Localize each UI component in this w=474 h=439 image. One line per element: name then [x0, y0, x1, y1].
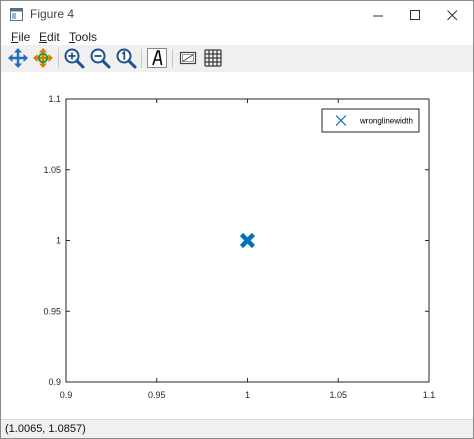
y-tick-label: 1.1: [48, 94, 61, 104]
x-tick-label: 0.95: [148, 390, 166, 400]
rotate-icon[interactable]: [32, 47, 54, 69]
toolbar-separator: [172, 49, 173, 68]
x-tick-label: 1.05: [329, 390, 347, 400]
axes-box-icon[interactable]: [177, 47, 199, 69]
window-title: Figure 4: [30, 7, 75, 21]
insert-text-icon[interactable]: [146, 47, 168, 69]
figure-window: Figure 4 File Edit Tools 0.9 0.95 1 1.05…: [0, 0, 474, 439]
grid-icon[interactable]: [202, 47, 224, 69]
menu-edit[interactable]: Edit: [39, 30, 60, 44]
zoom-reset-icon[interactable]: [115, 47, 137, 69]
maximize-icon: [410, 9, 420, 20]
menu-edit-label: dit: [47, 30, 60, 44]
pan-icon[interactable]: [7, 47, 29, 69]
legend-label: wronglinewidth: [359, 117, 413, 126]
zoom-in-icon[interactable]: [63, 47, 85, 69]
title-bar[interactable]: Figure 4: [1, 1, 473, 29]
toolbar-separator: [141, 49, 142, 68]
minimize-icon: [373, 15, 383, 16]
y-tick-label: 1.05: [43, 165, 61, 175]
toolbar-separator: [58, 49, 59, 68]
menu-file-label: ile: [18, 30, 31, 44]
status-bar: (1.0065, 1.0857): [1, 419, 473, 438]
y-tick-label: 0.95: [43, 306, 61, 316]
close-button[interactable]: [430, 1, 473, 29]
menu-edit-mnemonic: E: [39, 30, 48, 44]
y-tick-label: 0.9: [48, 377, 61, 387]
zoom-out-icon[interactable]: [89, 47, 111, 69]
menu-bar: File Edit Tools: [1, 29, 473, 45]
cursor-coordinates: (1.0065, 1.0857): [5, 423, 86, 435]
figure-canvas[interactable]: 0.9 0.95 1 1.05 1.1 0.9 0.95 1 1.05 1.1 wrongline…: [1, 72, 473, 419]
menu-file[interactable]: File: [11, 30, 30, 44]
x-tick-label: 1: [245, 390, 250, 400]
y-tick-label: 1: [56, 236, 61, 246]
x-tick-label: 1.1: [423, 390, 436, 400]
app-icon: [10, 8, 23, 21]
plot-svg[interactable]: 0.9 0.95 1 1.05 1.1 0.9 0.95 1 1.05 1.1 wrongline…: [1, 72, 473, 419]
close-icon: [447, 9, 458, 20]
menu-tools[interactable]: Tools: [69, 30, 97, 44]
menu-tools-label: ools: [75, 30, 98, 44]
toolbar: [1, 45, 473, 72]
x-tick-label: 0.9: [60, 390, 73, 400]
